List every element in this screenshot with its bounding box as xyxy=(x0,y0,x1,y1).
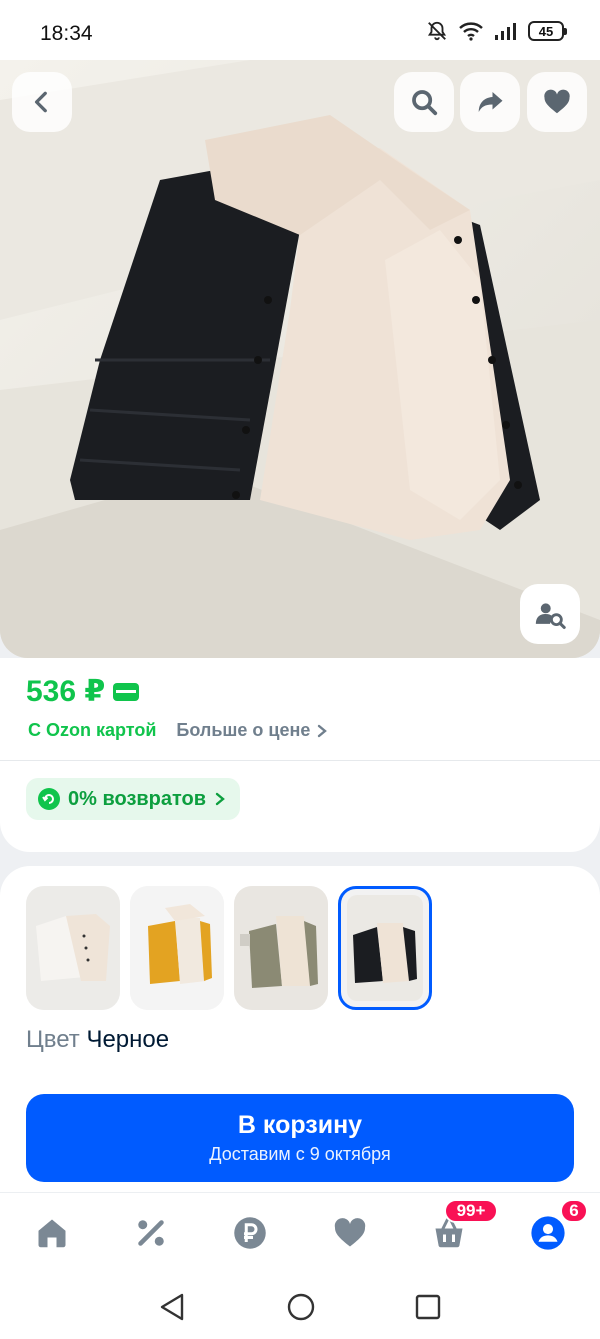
back-icon xyxy=(34,91,47,113)
similar-search-icon xyxy=(535,603,566,630)
color-option-white[interactable] xyxy=(26,886,120,1010)
ozon-card-note: С Ozon картой xyxy=(28,720,157,740)
color-option-yellow[interactable] xyxy=(130,886,224,1010)
color-option-black[interactable] xyxy=(338,886,432,1010)
status-time: 18:34 xyxy=(40,22,93,45)
color-value: Черное xyxy=(86,1026,170,1053)
similar-search-button[interactable] xyxy=(520,584,580,644)
product-photo xyxy=(0,60,600,658)
returns-badge[interactable]: 0% возвратов xyxy=(26,778,241,820)
variants-card: Цвет Черное В корзину Доставим с 9 октяб… xyxy=(0,866,600,1196)
chevron-right-icon xyxy=(215,792,225,806)
add-to-cart-button[interactable]: В корзину Доставим с 9 октября xyxy=(26,1094,574,1182)
tab-favorites[interactable] xyxy=(330,1213,370,1253)
mute-icon xyxy=(427,21,447,41)
back-button[interactable] xyxy=(12,72,72,132)
product-image[interactable] xyxy=(0,60,600,658)
color-option-olive[interactable] xyxy=(234,886,328,1010)
search-icon xyxy=(412,90,438,116)
search-button[interactable] xyxy=(394,72,454,132)
tab-home[interactable] xyxy=(32,1213,72,1253)
heart-icon xyxy=(334,1218,366,1247)
profile-badge: 6 xyxy=(560,1199,588,1223)
price: 536 ₽ xyxy=(26,675,106,708)
system-back-icon[interactable] xyxy=(158,1292,186,1322)
status-bar: 18:34 45 xyxy=(0,0,600,62)
color-line: Цвет Черное xyxy=(26,1026,169,1054)
share-button[interactable] xyxy=(460,72,520,132)
heart-icon xyxy=(544,89,570,114)
profile-icon xyxy=(531,1216,565,1250)
ozon-card-icon xyxy=(113,682,140,701)
percent-icon xyxy=(138,1220,164,1246)
chevron-right-icon xyxy=(318,724,328,737)
add-to-cart-label: В корзину xyxy=(237,1111,363,1139)
returns-icon xyxy=(38,788,60,810)
ruble-icon xyxy=(234,1217,266,1249)
more-price-label: Больше о цене xyxy=(176,720,311,740)
cart-count-badge: 99+ xyxy=(444,1199,498,1223)
system-recents-icon[interactable] xyxy=(414,1292,442,1322)
signal-icon xyxy=(495,23,516,40)
tab-promo[interactable] xyxy=(131,1213,171,1253)
color-label: Цвет xyxy=(26,1026,80,1053)
favorite-button[interactable] xyxy=(527,72,587,132)
divider xyxy=(0,760,600,761)
more-price-link[interactable]: Больше о цене xyxy=(176,720,328,741)
home-icon xyxy=(38,1219,66,1248)
system-nav-bar xyxy=(0,1274,600,1339)
wifi-icon xyxy=(459,22,483,41)
delivery-date: Доставим с 9 октября xyxy=(209,1144,391,1164)
tab-bar xyxy=(0,1192,600,1274)
price-card: 536 ₽ С Ozon картой Больше о цене 0% воз… xyxy=(0,658,600,852)
battery-indicator: 45 xyxy=(528,21,567,41)
price-row[interactable]: 536 ₽ xyxy=(26,674,140,709)
status-icons: 45 xyxy=(426,20,567,42)
system-home-icon[interactable] xyxy=(286,1292,316,1322)
color-thumbnails xyxy=(26,886,432,1010)
share-icon xyxy=(478,92,503,112)
price-note-row: С Ozon картой Больше о цене xyxy=(28,720,328,741)
tab-finance[interactable] xyxy=(230,1213,270,1253)
tab-profile[interactable] xyxy=(528,1213,568,1253)
returns-label: 0% возвратов xyxy=(68,787,207,810)
